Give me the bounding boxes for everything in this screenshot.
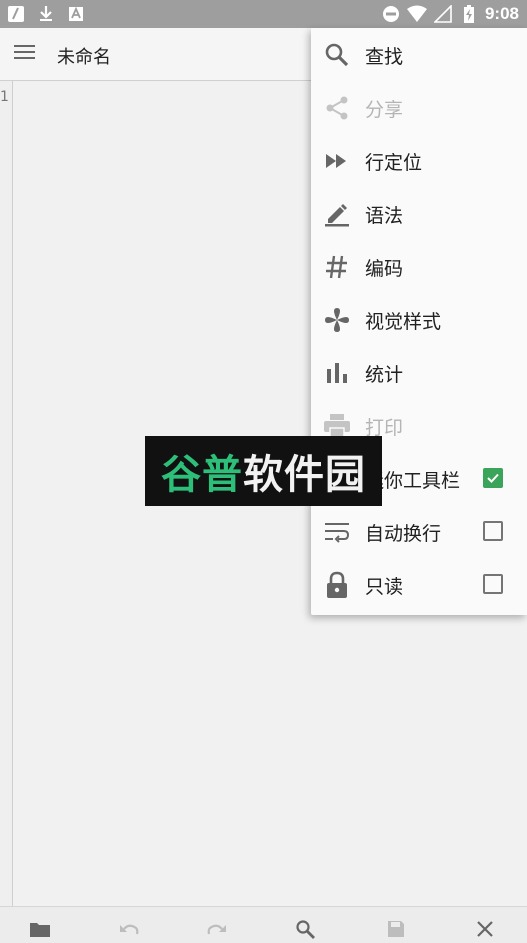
menu-item-label: 语法 <box>365 205 404 227</box>
hamburger-menu-icon[interactable] <box>12 42 40 66</box>
menu-item-visual-style[interactable]: 视觉样式 <box>311 293 527 346</box>
menu-item-label: 行定位 <box>365 152 423 174</box>
share-icon <box>323 94 351 122</box>
pinwheel-icon <box>323 306 351 334</box>
signal-icon <box>433 4 453 24</box>
menu-item-find[interactable]: 查找 <box>311 28 527 81</box>
open-folder-icon[interactable] <box>27 917 53 941</box>
menu-item-word-wrap[interactable]: 自动换行 <box>311 505 527 558</box>
menu-item-label: 分享 <box>365 99 404 121</box>
menu-item-statistics[interactable]: 统计 <box>311 346 527 399</box>
search-icon <box>323 41 351 69</box>
menu-item-read-only[interactable]: 只读 <box>311 558 527 611</box>
read-only-checkbox[interactable] <box>483 574 503 594</box>
document-title: 未命名 <box>57 47 111 68</box>
download-icon <box>36 4 56 24</box>
app-notification-icon <box>66 4 86 24</box>
save-icon[interactable] <box>383 917 409 941</box>
wrap-icon <box>323 518 351 546</box>
menu-item-encoding[interactable]: 编码 <box>311 240 527 293</box>
status-bar: 9:08 <box>0 0 527 28</box>
redo-icon[interactable] <box>204 917 230 941</box>
wifi-icon <box>406 4 427 24</box>
watermark-text-white: 软件园 <box>243 452 366 498</box>
fast-forward-icon <box>323 147 351 175</box>
word-wrap-checkbox[interactable] <box>483 521 503 541</box>
menu-item-label: 统计 <box>365 364 404 386</box>
line-number: 1 <box>0 89 9 105</box>
watermark-logo: 谷普软件园 <box>145 436 382 506</box>
menu-item-label: 自动换行 <box>365 523 442 545</box>
status-time: 9:08 <box>484 4 519 23</box>
menu-item-label: 只读 <box>365 576 404 598</box>
battery-icon <box>459 4 479 24</box>
menu-item-goto-line[interactable]: 行定位 <box>311 134 527 187</box>
mini-toolbar-checkbox[interactable] <box>483 468 503 488</box>
do-not-disturb-icon <box>381 4 401 24</box>
lock-icon <box>323 571 351 599</box>
menu-item-syntax[interactable]: 语法 <box>311 187 527 240</box>
menu-item-label: 查找 <box>365 46 404 68</box>
bottom-toolbar <box>0 906 527 943</box>
notepad-notification-icon <box>6 4 26 24</box>
search-icon[interactable] <box>293 917 319 941</box>
hash-icon <box>323 253 351 281</box>
line-number-gutter: 1 <box>0 81 13 906</box>
close-icon[interactable] <box>472 917 498 941</box>
menu-item-label: 编码 <box>365 258 404 280</box>
watermark-text-green: 谷普 <box>161 452 243 498</box>
bar-chart-icon <box>323 359 351 387</box>
menu-item-share[interactable]: 分享 <box>311 81 527 134</box>
undo-icon[interactable] <box>116 917 142 941</box>
pen-underline-icon <box>323 200 351 228</box>
menu-item-label: 视觉样式 <box>365 311 442 333</box>
overflow-menu: 查找 分享 行定位 语法 编码 视觉样式 统计 打印 迷你工具栏 自动换行 只读 <box>311 28 527 615</box>
